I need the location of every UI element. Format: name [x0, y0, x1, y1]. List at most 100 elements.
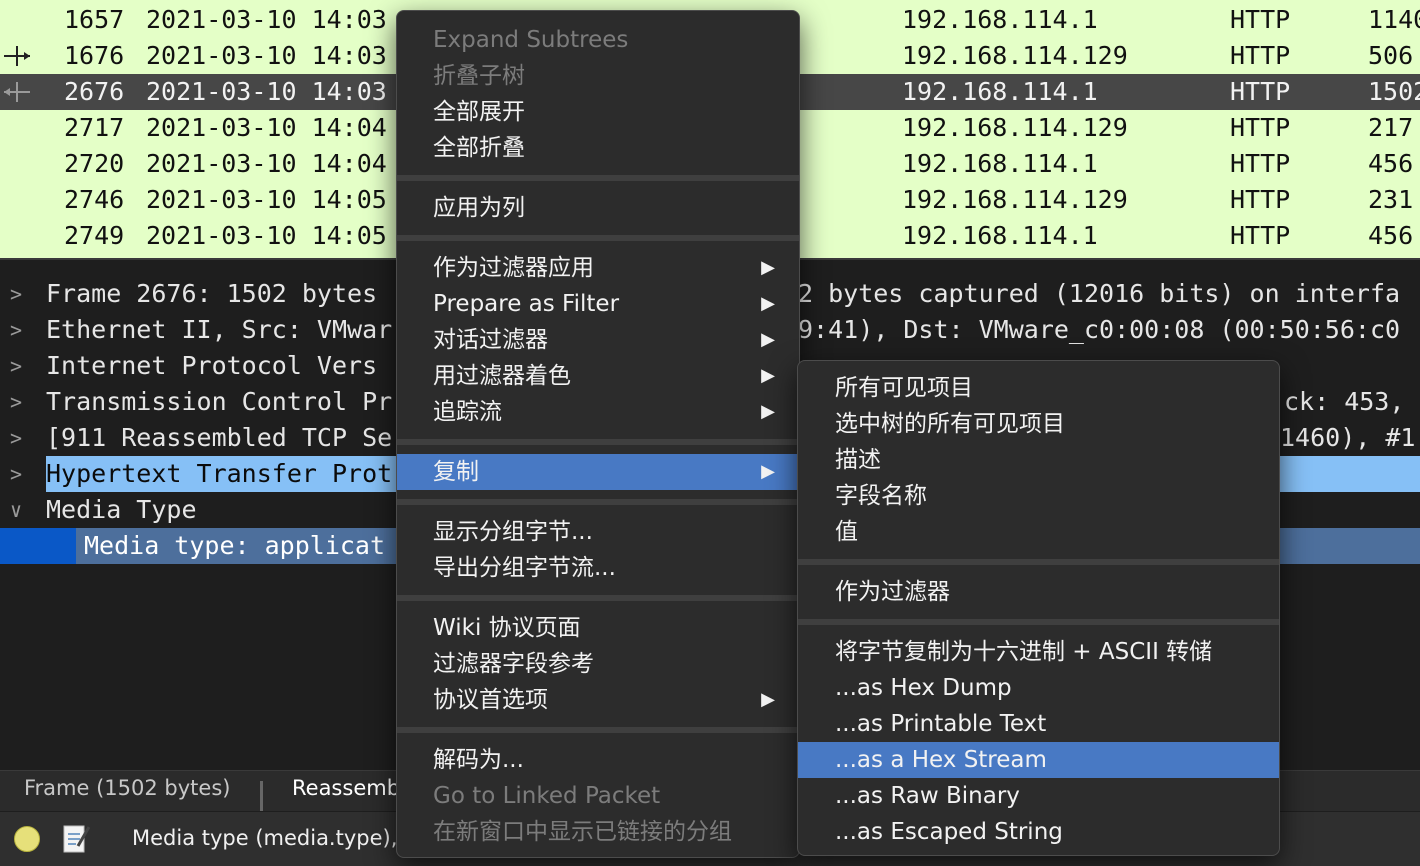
expert-info-icon[interactable] — [14, 826, 40, 852]
menu-item-label: ...as Raw Binary — [835, 783, 1020, 809]
submenu-arrow-icon: ▶ — [761, 461, 775, 482]
menu-separator — [397, 499, 799, 505]
expand-arrow-icon[interactable]: > — [10, 420, 30, 456]
copy-submenu: 所有可见项目 选中树的所有可见项目 描述 字段名称 值 作为过滤器 将字节复制为… — [797, 360, 1280, 856]
packet-time: 2021-03-10 14:03 — [146, 5, 387, 34]
response-related-icon — [4, 82, 30, 102]
tree-item-label: Hypertext Transfer Prot — [46, 456, 401, 492]
menu-item-decode-as[interactable]: 解码为... — [397, 742, 799, 778]
expand-arrow-icon[interactable]: > — [10, 312, 30, 348]
menu-item-label: 过滤器字段参考 — [433, 651, 594, 677]
menu-item-copy[interactable]: 复制 ▶ — [397, 454, 799, 490]
submenu-item-as-hex-stream[interactable]: ...as a Hex Stream — [798, 742, 1279, 778]
tree-item-label: Media Type — [46, 495, 197, 524]
menu-separator — [397, 235, 799, 241]
submenu-item-as-printable-text[interactable]: ...as Printable Text — [798, 706, 1279, 742]
capture-comment-icon[interactable] — [62, 822, 90, 854]
tree-item-label: Frame 2676: 1502 bytes — [46, 279, 378, 308]
submenu-arrow-icon: ▶ — [761, 257, 775, 278]
menu-item-follow-stream[interactable]: 追踪流 ▶ — [397, 394, 799, 430]
packet-destination: 192.168.114.129 — [902, 41, 1128, 70]
tree-item-label-continued: 2 bytes captured (12016 bits) on interfa — [798, 279, 1401, 308]
tree-item-label-continued: 9:41), Dst: VMware_c0:00:08 (00:50:56:c0 — [798, 315, 1401, 344]
menu-item-label: Go to Linked Packet — [433, 783, 661, 809]
submenu-item-description[interactable]: 描述 — [798, 442, 1279, 478]
submenu-item-all-visible-items[interactable]: 所有可见项目 — [798, 370, 1279, 406]
submenu-item-value[interactable]: 值 — [798, 514, 1279, 550]
packet-length: 1502 — [1368, 77, 1420, 106]
request-related-icon — [4, 46, 30, 66]
tree-item-label: Internet Protocol Vers — [46, 351, 378, 380]
packet-time: 2021-03-10 14:03 — [146, 41, 387, 70]
menu-item-label: 全部折叠 — [433, 135, 525, 161]
menu-item-label: Wiki 协议页面 — [433, 615, 581, 641]
packet-number: 2749 — [64, 221, 125, 250]
menu-item-label: 协议首选项 — [433, 687, 548, 713]
packet-length: 217 — [1368, 113, 1414, 142]
expand-arrow-icon[interactable]: > — [10, 456, 30, 492]
menu-item-go-to-linked-packet[interactable]: Go to Linked Packet — [397, 778, 799, 814]
menu-item-protocol-preferences[interactable]: 协议首选项 ▶ — [397, 682, 799, 718]
menu-item-label: 解码为... — [433, 747, 524, 773]
menu-item-filter-field-reference[interactable]: 过滤器字段参考 — [397, 646, 799, 682]
submenu-arrow-icon: ▶ — [761, 401, 775, 422]
menu-item-wiki-protocol-page[interactable]: Wiki 协议页面 — [397, 610, 799, 646]
submenu-item-bytes-hex-ascii[interactable]: 将字节复制为十六进制 + ASCII 转储 — [798, 634, 1279, 670]
packet-number: 1657 — [64, 5, 125, 34]
packet-destination: 192.168.114.1 — [902, 149, 1098, 178]
menu-item-conversation-filter[interactable]: 对话过滤器 ▶ — [397, 322, 799, 358]
packet-length: 456 — [1368, 149, 1414, 178]
tree-item-label: [911 Reassembled TCP Se — [46, 423, 393, 452]
menu-item-show-packet-bytes[interactable]: 显示分组字节... — [397, 514, 799, 550]
packet-length: 231 — [1368, 185, 1414, 214]
menu-item-label: ...as Hex Dump — [835, 675, 1012, 701]
packet-protocol: HTTP — [1230, 5, 1291, 34]
menu-item-collapse-all[interactable]: 全部折叠 — [397, 130, 799, 166]
tree-item-label-continued: 1460), #1 — [1280, 423, 1416, 452]
collapse-arrow-icon[interactable]: ∨ — [10, 492, 30, 528]
menu-item-label: 导出分组字节流... — [433, 555, 616, 581]
menu-item-label: ...as Escaped String — [835, 819, 1063, 845]
menu-item-label: 在新窗口中显示已链接的分组 — [433, 819, 732, 845]
submenu-item-field-name[interactable]: 字段名称 — [798, 478, 1279, 514]
menu-item-label: 追踪流 — [433, 399, 502, 425]
menu-item-expand-subtrees[interactable]: Expand Subtrees — [397, 22, 799, 58]
tab-frame-bytes[interactable]: Frame (1502 bytes) — [24, 776, 230, 800]
submenu-item-as-raw-binary[interactable]: ...as Raw Binary — [798, 778, 1279, 814]
menu-item-label: 值 — [835, 519, 858, 545]
menu-item-apply-as-column[interactable]: 应用为列 — [397, 190, 799, 226]
packet-number: 2717 — [64, 113, 125, 142]
menu-item-label: Prepare as Filter — [433, 291, 620, 317]
menu-item-apply-as-filter[interactable]: 作为过滤器应用 ▶ — [397, 250, 799, 286]
menu-item-expand-all[interactable]: 全部展开 — [397, 94, 799, 130]
menu-item-label: 选中树的所有可见项目 — [835, 411, 1065, 437]
menu-item-label: 作为过滤器应用 — [433, 255, 594, 281]
menu-item-colorize-with-filter[interactable]: 用过滤器着色 ▶ — [397, 358, 799, 394]
submenu-item-as-filter[interactable]: 作为过滤器 — [798, 574, 1279, 610]
menu-item-show-linked-packet-new-window[interactable]: 在新窗口中显示已链接的分组 — [397, 814, 799, 850]
menu-item-export-packet-bytes[interactable]: 导出分组字节流... — [397, 550, 799, 586]
packet-time: 2021-03-10 14:05 — [146, 221, 387, 250]
packet-destination: 192.168.114.1 — [902, 77, 1098, 106]
menu-separator — [798, 619, 1279, 625]
submenu-item-as-hex-dump[interactable]: ...as Hex Dump — [798, 670, 1279, 706]
menu-item-label: 作为过滤器 — [835, 579, 950, 605]
menu-item-label: 字段名称 — [835, 483, 927, 509]
packet-destination: 192.168.114.1 — [902, 221, 1098, 250]
menu-item-collapse-subtrees[interactable]: 折叠子树 — [397, 58, 799, 94]
packet-length: 456 — [1368, 221, 1414, 250]
expand-arrow-icon[interactable]: > — [10, 384, 30, 420]
packet-length: 1140 — [1368, 5, 1420, 34]
expand-arrow-icon[interactable]: > — [10, 348, 30, 384]
packet-destination: 192.168.114.129 — [902, 185, 1128, 214]
tab-reassembled-bytes[interactable]: Reassemb — [292, 776, 400, 800]
expand-arrow-icon[interactable]: > — [10, 276, 30, 312]
submenu-item-all-visible-selected-tree-items[interactable]: 选中树的所有可见项目 — [798, 406, 1279, 442]
submenu-item-as-escaped-string[interactable]: ...as Escaped String — [798, 814, 1279, 850]
packet-time: 2021-03-10 14:04 — [146, 113, 387, 142]
packet-protocol: HTTP — [1230, 149, 1291, 178]
menu-item-prepare-as-filter[interactable]: Prepare as Filter ▶ — [397, 286, 799, 322]
tree-item-label: Transmission Control Pr — [46, 387, 393, 416]
tree-item-label-continued: ck: 453, — [1284, 387, 1405, 416]
tree-item-highlight — [1278, 456, 1420, 492]
